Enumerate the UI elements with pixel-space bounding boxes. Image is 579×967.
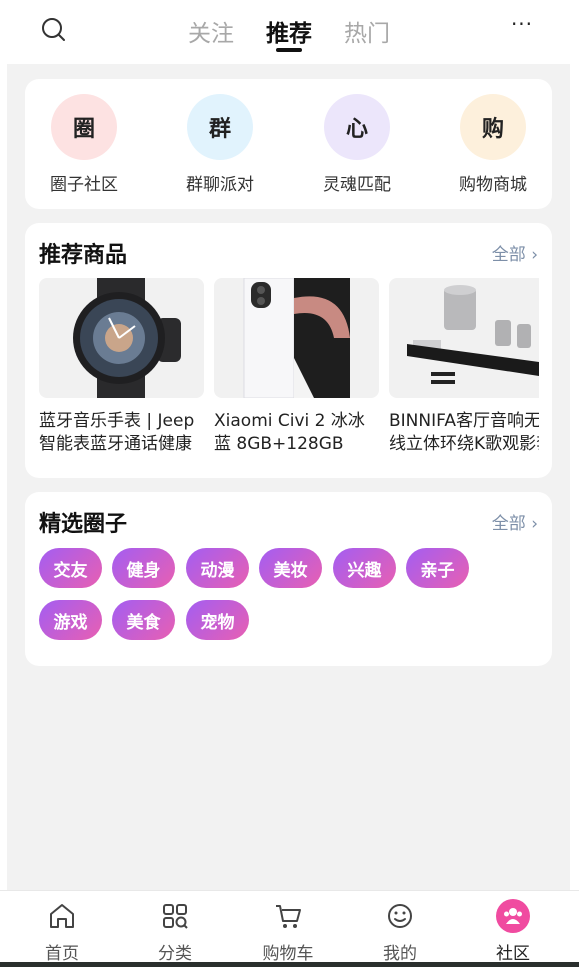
view-all-circles-link[interactable]: 全部 › xyxy=(492,509,538,534)
quick-entry-card: 圈 圈子社区 群 群聊派对 心 灵魂匹配 购 购物商城 xyxy=(25,79,552,209)
profile-icon xyxy=(383,899,417,933)
more-icon[interactable]: ··· xyxy=(510,12,534,42)
circle-tag-friends[interactable]: 交友 xyxy=(39,548,102,588)
quick-entry-circle-community[interactable]: 圈 圈子社区 xyxy=(29,94,139,195)
active-tab-indicator xyxy=(276,48,302,52)
view-all-products-link[interactable]: 全部 › xyxy=(492,240,538,265)
circle-tag-pets[interactable]: 宠物 xyxy=(186,600,249,640)
bottom-nav-label: 分类 xyxy=(158,944,192,964)
category-icon xyxy=(158,899,192,933)
circle-community-icon: 圈 xyxy=(51,94,117,160)
top-nav-bar: 关注 推荐 热门 ··· xyxy=(0,0,579,64)
cart-icon xyxy=(271,899,305,933)
circle-tag-parenting[interactable]: 亲子 xyxy=(406,548,469,588)
circle-tag-food[interactable]: 美食 xyxy=(112,600,175,640)
community-icon xyxy=(496,899,530,933)
circle-tag-beauty[interactable]: 美妆 xyxy=(259,548,322,588)
bottom-nav-bar: 首页 分类 购物车 我的 社区 xyxy=(0,890,579,964)
home-indicator xyxy=(0,962,579,967)
product-card-speaker[interactable]: BINNIFA客厅音响无线立体环绕K歌观影套装 xyxy=(389,278,539,456)
product-name: Xiaomi Civi 2 冰冰蓝 8GB+128GB xyxy=(214,411,365,454)
product-image-phone xyxy=(214,278,379,398)
product-image-watch xyxy=(39,278,204,398)
tab-recommend[interactable]: 推荐 xyxy=(266,14,312,48)
quick-entry-label: 圈子社区 xyxy=(50,175,118,195)
quick-entry-label: 群聊派对 xyxy=(186,175,254,195)
bottom-nav-label: 社区 xyxy=(496,944,530,964)
home-icon xyxy=(45,899,79,933)
tab-follow[interactable]: 关注 xyxy=(188,14,234,48)
product-row: 蓝牙音乐手表 | Jeep智能表蓝牙通话健康检测 Xiaomi C xyxy=(39,278,539,468)
quick-entry-shop[interactable]: 购 购物商城 xyxy=(438,94,548,195)
bottom-nav-cart[interactable]: 购物车 xyxy=(243,899,333,964)
bottom-nav-community[interactable]: 社区 xyxy=(468,899,558,964)
circle-tag-hobby[interactable]: 兴趣 xyxy=(333,548,396,588)
bottom-nav-profile[interactable]: 我的 xyxy=(355,899,445,964)
circle-tag-anime[interactable]: 动漫 xyxy=(186,548,249,588)
heart-match-icon: 心 xyxy=(324,94,390,160)
product-name: BINNIFA客厅音响无线立体环绕K歌观影套装 xyxy=(389,411,539,454)
shop-icon: 购 xyxy=(460,94,526,160)
quick-entry-label: 灵魂匹配 xyxy=(323,175,391,195)
product-name: 蓝牙音乐手表 | Jeep智能表蓝牙通话健康检测 xyxy=(39,411,195,454)
bottom-nav-label: 购物车 xyxy=(262,944,314,964)
feed-canvas: 圈 圈子社区 群 群聊派对 心 灵魂匹配 购 购物商城 推荐商品 全部 › 蓝牙… xyxy=(7,64,570,890)
tab-hot[interactable]: 热门 xyxy=(344,14,390,48)
featured-circles-card: 精选圈子 全部 › 交友 健身 动漫 美妆 兴趣 亲子 游戏 美食 宠物 xyxy=(25,492,552,666)
bottom-nav-category[interactable]: 分类 xyxy=(130,899,220,964)
quick-entry-soul-match[interactable]: 心 灵魂匹配 xyxy=(302,94,412,195)
quick-entry-label: 购物商城 xyxy=(459,175,527,195)
bottom-nav-home[interactable]: 首页 xyxy=(17,899,107,964)
product-image-speaker xyxy=(389,278,539,398)
group-chat-icon: 群 xyxy=(187,94,253,160)
circle-tag-games[interactable]: 游戏 xyxy=(39,600,102,640)
quick-entry-group-party[interactable]: 群 群聊派对 xyxy=(165,94,275,195)
bottom-nav-label: 我的 xyxy=(383,944,417,964)
bottom-nav-label: 首页 xyxy=(45,944,79,964)
circle-tag-fitness[interactable]: 健身 xyxy=(112,548,175,588)
section-title: 推荐商品 xyxy=(39,243,128,268)
section-title: 精选圈子 xyxy=(39,512,128,537)
recommended-products-card: 推荐商品 全部 › 蓝牙音乐手表 | Jeep智能表蓝牙通话健康 Xiaomi … xyxy=(25,223,552,478)
product-card-phone[interactable]: Xiaomi Civi 2 冰冰蓝 8GB+128GB xyxy=(214,278,379,456)
product-card-watch[interactable]: 蓝牙音乐手表 | Jeep智能表蓝牙通话健康检测 xyxy=(39,278,204,456)
